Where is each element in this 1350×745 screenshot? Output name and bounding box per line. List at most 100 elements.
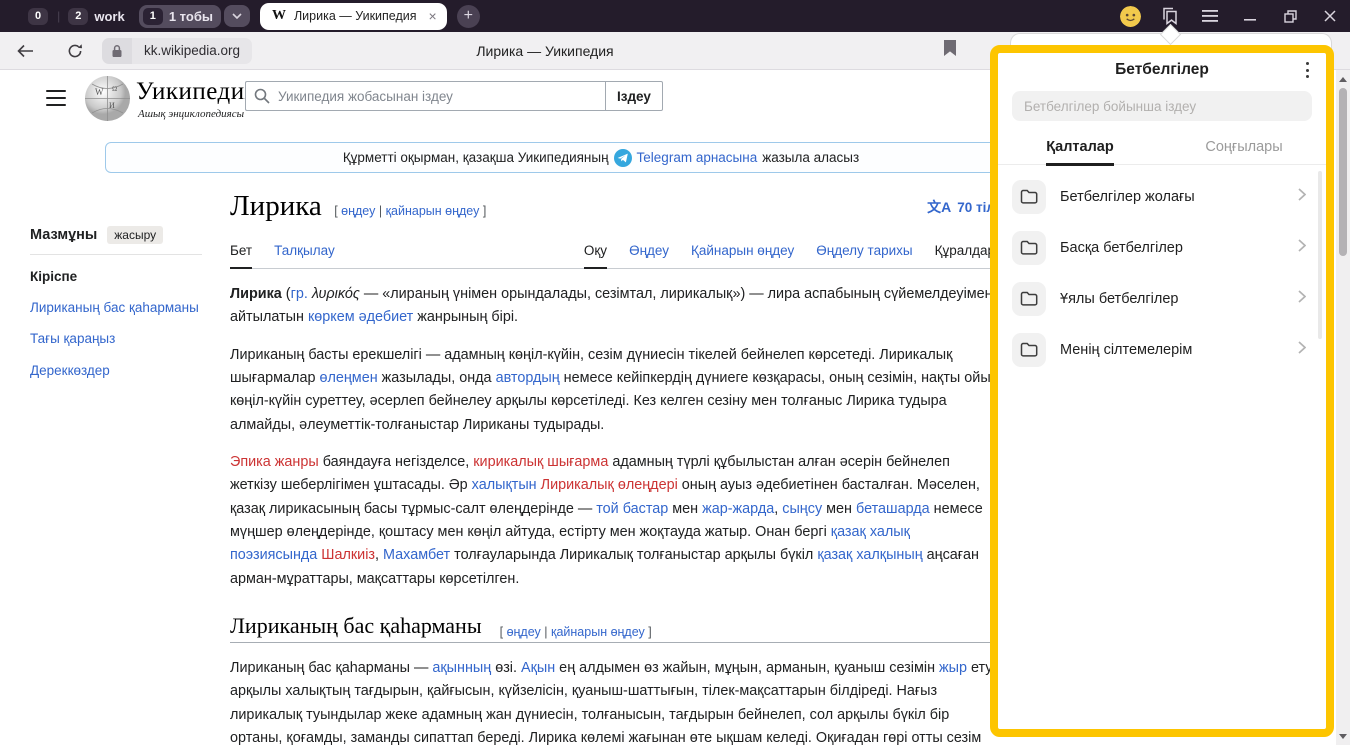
panel-tab-recent[interactable]: Соңғылары bbox=[1162, 129, 1326, 164]
wiki-search-input[interactable] bbox=[245, 81, 605, 111]
chevron-right-icon bbox=[1298, 341, 1306, 359]
panel-scrollbar[interactable] bbox=[1318, 171, 1322, 339]
toc-heading: Мазмұны bbox=[30, 227, 97, 243]
group-dropdown-button[interactable] bbox=[224, 5, 250, 27]
url-field[interactable]: kk.wikipedia.org bbox=[132, 38, 252, 64]
title-edit-links[interactable]: [ өңдеу | қайнарын өңдеу ] bbox=[334, 204, 486, 218]
restore-icon bbox=[1284, 10, 1297, 23]
bookmark-page-button[interactable] bbox=[944, 40, 956, 61]
browser-menu-button[interactable] bbox=[1190, 0, 1230, 32]
group-label: 1 тобы bbox=[169, 9, 213, 24]
panel-menu-button[interactable] bbox=[1300, 62, 1314, 78]
work-group-count-badge[interactable]: 2 bbox=[68, 8, 88, 25]
back-arrow-icon bbox=[17, 44, 34, 58]
window-restore-button[interactable] bbox=[1270, 0, 1310, 32]
wiki-search-button[interactable]: Іздеу bbox=[605, 81, 663, 111]
banner-text-after: жазыла аласыз bbox=[762, 150, 859, 165]
folder-icon bbox=[1012, 231, 1046, 265]
folder-icon bbox=[1012, 333, 1046, 367]
scroll-up-arrow-icon[interactable] bbox=[1336, 72, 1350, 86]
hamburger-menu-icon bbox=[1202, 10, 1218, 22]
site-security-button[interactable] bbox=[102, 38, 132, 64]
folder-row-my-links[interactable]: Менің сілтемелерім bbox=[1012, 324, 1320, 375]
section-heading: Лириканың бас қаһарманы bbox=[230, 613, 482, 639]
tab-page[interactable]: Бет bbox=[230, 237, 252, 269]
scrollbar-thumb[interactable] bbox=[1339, 88, 1347, 256]
close-icon bbox=[1324, 10, 1336, 22]
tab-bar: 0 | 2 work 1 1 тобы W Лирика — Уикипедия… bbox=[0, 0, 1350, 32]
language-icon: 文А bbox=[927, 197, 951, 217]
chevron-right-icon bbox=[1298, 290, 1306, 308]
bookmark-flag-icon bbox=[944, 40, 956, 56]
tab-talk[interactable]: Талқылау bbox=[274, 237, 335, 268]
window-minimize-button[interactable] bbox=[1230, 0, 1270, 32]
folder-row-bookmarks-bar[interactable]: Бетбелгілер жолағы bbox=[1012, 171, 1320, 222]
back-button[interactable] bbox=[6, 36, 44, 66]
active-tab-group[interactable]: 1 1 тобы bbox=[139, 5, 221, 28]
banner-text-before: Құрметті оқырман, қазақша Уикипедияның bbox=[343, 150, 609, 165]
panel-tab-folders[interactable]: Қалталар bbox=[998, 129, 1162, 164]
profile-avatar[interactable] bbox=[1110, 0, 1150, 32]
article-paragraph-2: Лириканың басты ерекшелігі — адамның көң… bbox=[230, 344, 995, 437]
article-content: Лирика [ өңдеу | қайнарын өңдеу ] 文А 70 … bbox=[230, 190, 995, 745]
wikipedia-favicon: W bbox=[272, 8, 286, 24]
reload-button[interactable] bbox=[56, 36, 94, 66]
folder-row-other-bookmarks[interactable]: Басқа бетбелгілер bbox=[1012, 222, 1320, 273]
folder-list: Бетбелгілер жолағы Басқа бетбелгілер Ұял bbox=[998, 165, 1326, 375]
telegram-icon bbox=[614, 149, 632, 167]
telegram-link[interactable]: Telegram арнасына bbox=[637, 150, 758, 165]
table-of-contents: Мазмұны жасыру Кіріспе Лириканың бас қаһ… bbox=[30, 226, 202, 380]
wikipedia-logo[interactable]: W И Ω bbox=[84, 75, 131, 127]
chevron-right-icon bbox=[1298, 239, 1306, 257]
bookmarks-panel: Бетбелгілер Қалталар Соңғылары Бетбелгіл… bbox=[990, 45, 1334, 737]
tab-tools[interactable]: Құралдар bbox=[935, 237, 995, 268]
svg-text:И: И bbox=[109, 101, 115, 110]
window-close-button[interactable] bbox=[1310, 0, 1350, 32]
bookmarks-search-input[interactable] bbox=[1012, 91, 1312, 121]
toc-item-sources[interactable]: Дереккөздер bbox=[30, 362, 202, 380]
wiki-menu-button[interactable] bbox=[46, 90, 66, 106]
language-switcher[interactable]: 文А 70 тіл bbox=[927, 197, 995, 223]
chevron-right-icon bbox=[1298, 188, 1306, 206]
work-group-label[interactable]: work bbox=[94, 9, 124, 24]
wiki-search: Іздеу bbox=[245, 81, 663, 111]
wiki-tagline: Ашық энциклопедиясы bbox=[138, 108, 244, 120]
wiki-wordmark[interactable]: УикипедиЯ bbox=[136, 78, 262, 106]
tab-close-icon[interactable]: × bbox=[429, 8, 437, 24]
folder-icon bbox=[1012, 180, 1046, 214]
group-count-badge: 1 bbox=[143, 8, 163, 25]
reload-icon bbox=[67, 43, 83, 59]
folder-icon bbox=[1012, 282, 1046, 316]
panel-title: Бетбелгілер bbox=[1115, 61, 1209, 79]
sitenotice-banner: Құрметті оқырман, қазақша Уикипедияның T… bbox=[105, 142, 1097, 173]
section-edit-links[interactable]: [ өңдеу | қайнарын өңдеу ] bbox=[500, 625, 652, 639]
chevron-down-icon bbox=[232, 13, 242, 19]
tab-edit[interactable]: Өңдеу bbox=[629, 237, 669, 268]
tab-read[interactable]: Оқу bbox=[584, 237, 607, 269]
browser-tab-active[interactable]: W Лирика — Уикипедия × bbox=[260, 3, 447, 30]
page-scrollbar[interactable] bbox=[1336, 70, 1350, 745]
search-icon bbox=[254, 88, 270, 109]
svg-text:Ω: Ω bbox=[112, 85, 117, 93]
article-paragraph-1: Лирика (гр. λυρικός — «лираның үнімен ор… bbox=[230, 283, 995, 330]
toc-item-seealso[interactable]: Тағы қараңыз bbox=[30, 330, 202, 348]
toc-item-hero[interactable]: Лириканың бас қаһарманы bbox=[30, 299, 202, 317]
tab-title: Лирика — Уикипедия bbox=[294, 9, 417, 23]
toc-hide-button[interactable]: жасыру bbox=[107, 226, 163, 244]
article-paragraph-4: Лириканың бас қаһарманы — ақынның өзі. А… bbox=[230, 657, 995, 745]
new-tab-button[interactable]: + bbox=[457, 5, 480, 28]
folder-row-mobile-bookmarks[interactable]: Ұялы бетбелгілер bbox=[1012, 273, 1320, 324]
panel-tabs: Қалталар Соңғылары bbox=[998, 129, 1326, 165]
article-title: Лирика bbox=[230, 190, 322, 222]
toc-item-intro[interactable]: Кіріспе bbox=[30, 268, 202, 286]
scroll-down-arrow-icon[interactable] bbox=[1336, 729, 1350, 743]
article-paragraph-3: Эпика жанры баяндауға негізделсе, кирика… bbox=[230, 451, 995, 591]
tab-counter-badge[interactable]: 0 bbox=[28, 8, 48, 25]
browser-window: 0 | 2 work 1 1 тобы W Лирика — Уикипедия… bbox=[0, 0, 1350, 745]
tab-edit-source[interactable]: Қайнарын өңдеу bbox=[691, 237, 794, 268]
article-tabs: Бет Талқылау Оқу Өңдеу Қайнарын өңдеу Өң… bbox=[230, 237, 995, 269]
tab-history[interactable]: Өңделу тарихы bbox=[816, 237, 912, 268]
bookmarks-collections-icon bbox=[1160, 7, 1180, 25]
lock-icon bbox=[111, 44, 123, 58]
avatar-icon bbox=[1120, 6, 1141, 27]
